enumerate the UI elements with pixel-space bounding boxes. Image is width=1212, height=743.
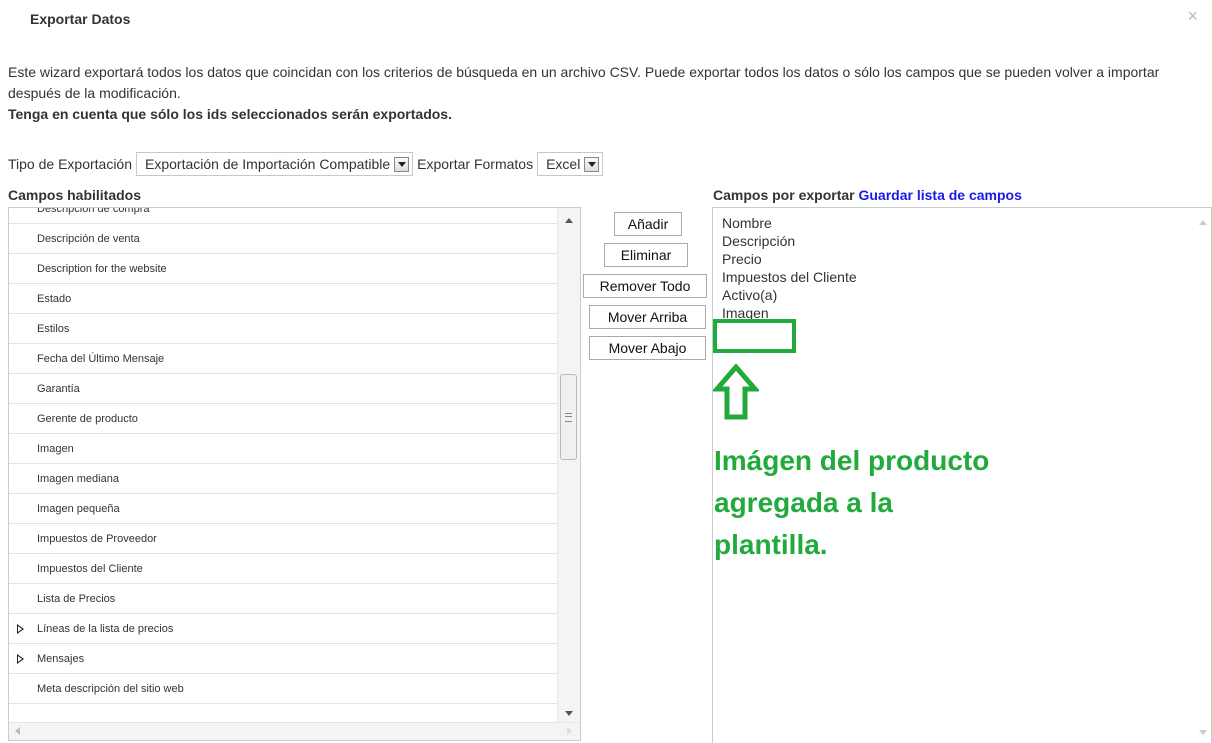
intro-section: Este wizard exportará todos los datos qu… — [8, 62, 1204, 125]
field-row[interactable]: Imagen mediana — [9, 464, 558, 494]
add-button[interactable]: Añadir — [614, 212, 682, 236]
selected-ids-note: Tenga en cuenta que sólo los ids selecci… — [8, 106, 452, 122]
field-row-label: Lista de Precios — [37, 593, 116, 605]
scroll-down-icon[interactable] — [1199, 730, 1207, 735]
scroll-right-icon[interactable] — [567, 727, 572, 735]
field-row-label: Garantía — [37, 383, 80, 395]
field-row-label: Imagen mediana — [37, 473, 119, 485]
scroll-up-icon[interactable] — [1199, 220, 1207, 225]
field-row-label: Imagen pequeña — [37, 503, 120, 515]
export-options: Tipo de Exportación Exportación de Impor… — [8, 151, 607, 177]
field-row[interactable]: Garantía — [9, 374, 558, 404]
field-row[interactable]: Mensajes — [9, 644, 558, 674]
highlight-box — [713, 319, 796, 353]
field-row-label: Impuestos del Cliente — [37, 563, 143, 575]
horizontal-scrollbar[interactable] — [9, 722, 580, 740]
annotation-line: agregada a la — [714, 487, 893, 518]
field-row[interactable]: Imagen — [9, 434, 558, 464]
enabled-fields-rows: Descripción de compra Descripción de vent… — [9, 207, 558, 704]
field-row[interactable]: Meta descripción del sitio web — [9, 674, 558, 704]
field-row[interactable]: Estilos — [9, 314, 558, 344]
field-row[interactable]: Impuestos del Cliente — [9, 554, 558, 584]
expand-icon[interactable] — [17, 654, 24, 664]
field-row-label: Mensajes — [37, 653, 85, 665]
field-row-label: Estado — [37, 293, 72, 305]
annotation-line: Imágen del producto — [714, 445, 990, 476]
dialog-title: Exportar Datos — [30, 11, 131, 27]
export-format-value: Excel — [546, 156, 581, 172]
field-row-label: Description for the website — [37, 263, 167, 275]
field-row-label: Gerente de producto — [37, 413, 138, 425]
annotation-line: plantilla. — [714, 529, 828, 560]
vertical-scrollbar[interactable] — [557, 208, 580, 724]
field-row-label: Líneas de la lista de precios — [37, 623, 174, 635]
export-format-select[interactable]: Excel — [537, 152, 604, 176]
field-row-label: Descripción de compra — [37, 207, 150, 215]
move-up-button[interactable]: Mover Arriba — [589, 305, 706, 329]
export-field-item[interactable]: Precio — [713, 252, 1211, 267]
field-row[interactable]: Impuestos de Proveedor — [9, 524, 558, 554]
enabled-fields-list[interactable]: Descripción de compra Descripción de vent… — [8, 207, 581, 741]
field-row[interactable]: Gerente de producto — [9, 404, 558, 434]
export-fields-header: Campos por exportar Guardar lista de cam… — [713, 187, 1022, 203]
export-field-item[interactable]: Activo(a) — [713, 288, 1211, 303]
export-fields-items: Nombre Descripción Precio Impuestos del Cli… — [713, 216, 1211, 321]
field-row-label: Fecha del Último Mensaje — [37, 353, 165, 365]
export-type-label: Tipo de Exportación — [8, 156, 132, 172]
field-row[interactable]: Líneas de la lista de precios — [9, 614, 558, 644]
field-row[interactable]: Descripción de venta — [9, 224, 558, 254]
up-arrow-icon — [713, 364, 759, 420]
save-field-list-link[interactable]: Guardar lista de campos — [858, 187, 1021, 203]
scroll-up-icon[interactable] — [565, 218, 573, 223]
dropdown-arrow-icon[interactable] — [394, 156, 410, 172]
field-row-label: Imagen — [37, 443, 74, 455]
grip-icon — [565, 413, 572, 422]
field-row[interactable]: Imagen pequeña — [9, 494, 558, 524]
field-row[interactable]: Lista de Precios — [9, 584, 558, 614]
move-down-button[interactable]: Mover Abajo — [589, 336, 706, 360]
export-field-item[interactable]: Impuestos del Cliente — [713, 270, 1211, 285]
scroll-thumb[interactable] — [560, 374, 577, 460]
export-fields-label: Campos por exportar — [713, 187, 855, 203]
annotation-text: Imágen del producto agregada a la planti… — [714, 440, 989, 566]
intro-text: Este wizard exportará todos los datos qu… — [8, 64, 1160, 101]
field-row[interactable]: Descripción de compra — [9, 207, 558, 224]
scroll-left-icon[interactable] — [15, 727, 20, 735]
export-type-select[interactable]: Exportación de Importación Compatible — [136, 152, 414, 176]
export-list-scrollbar[interactable] — [1193, 208, 1211, 743]
enabled-fields-label: Campos habilitados — [8, 187, 142, 203]
field-row-label: Meta descripción del sitio web — [37, 683, 184, 695]
field-row[interactable]: Estado — [9, 284, 558, 314]
remove-button[interactable]: Eliminar — [604, 243, 688, 267]
field-row-label: Impuestos de Proveedor — [37, 533, 157, 545]
export-type-value: Exportación de Importación Compatible — [145, 156, 391, 172]
scroll-down-icon[interactable] — [565, 711, 573, 716]
close-icon[interactable]: × — [1187, 6, 1198, 27]
field-row[interactable]: Description for the website — [9, 254, 558, 284]
field-row-label: Descripción de venta — [37, 233, 140, 245]
export-field-item[interactable]: Nombre — [713, 216, 1211, 231]
field-row-label: Estilos — [37, 323, 70, 335]
dropdown-arrow-icon[interactable] — [584, 156, 600, 172]
remove-all-button[interactable]: Remover Todo — [583, 274, 707, 298]
export-field-item[interactable]: Descripción — [713, 234, 1211, 249]
expand-icon[interactable] — [17, 624, 24, 634]
field-row[interactable]: Fecha del Último Mensaje — [9, 344, 558, 374]
export-format-label: Exportar Formatos — [417, 156, 534, 172]
